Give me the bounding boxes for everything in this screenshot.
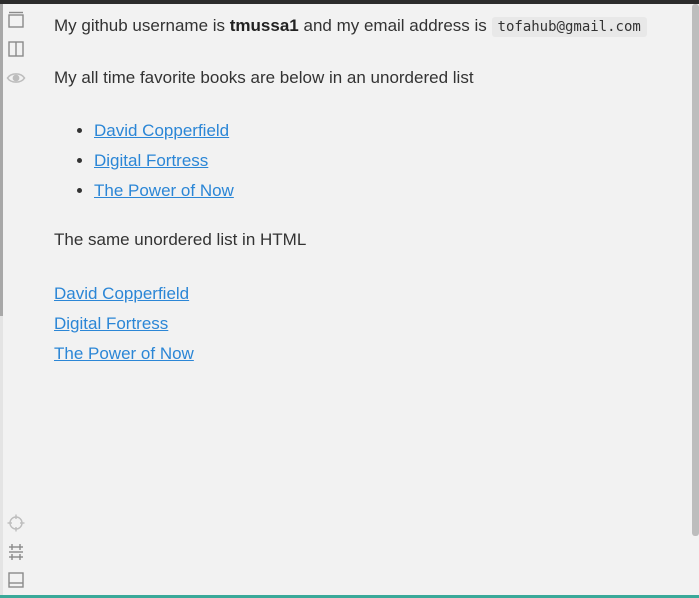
list-item: David Copperfield (94, 116, 684, 146)
intro-paragraph: My github username is tmussa1 and my ema… (54, 14, 684, 38)
list-item: The Power of Now (94, 176, 684, 206)
intro-prefix: My github username is (54, 16, 226, 35)
html-book-link-david-copperfield[interactable]: David Copperfield (54, 279, 189, 309)
book-link-power-of-now[interactable]: The Power of Now (94, 181, 234, 200)
split-view-icon[interactable] (6, 39, 26, 59)
html-book-link-digital-fortress[interactable]: Digital Fortress (54, 309, 168, 339)
book-link-david-copperfield[interactable]: David Copperfield (94, 121, 229, 140)
left-scrollbar-thumb[interactable] (0, 4, 3, 316)
window-top-bar (0, 0, 699, 4)
toggle-panel-icon[interactable] (6, 570, 26, 590)
right-scrollbar-thumb[interactable] (692, 4, 699, 536)
html-book-link-power-of-now[interactable]: The Power of Now (54, 339, 194, 369)
books-heading: My all time favorite books are below in … (54, 68, 474, 87)
maximize-icon[interactable] (6, 10, 26, 30)
sync-scroll-icon[interactable] (6, 542, 26, 562)
markdown-preview: My github username is tmussa1 and my ema… (54, 14, 684, 369)
email-code: tofahub@gmail.com (491, 17, 647, 37)
intro-middle: and my email address is (303, 16, 487, 35)
html-books-list: David Copperfield Digital Fortress The P… (54, 279, 684, 369)
list-item: Digital Fortress (94, 146, 684, 176)
books-list: David Copperfield Digital Fortress The P… (54, 116, 684, 206)
html-heading: The same unordered list in HTML (54, 230, 307, 249)
crosshair-icon[interactable] (6, 513, 26, 533)
github-username: tmussa1 (229, 16, 299, 35)
preview-eye-icon[interactable] (6, 68, 26, 88)
book-link-digital-fortress[interactable]: Digital Fortress (94, 151, 208, 170)
